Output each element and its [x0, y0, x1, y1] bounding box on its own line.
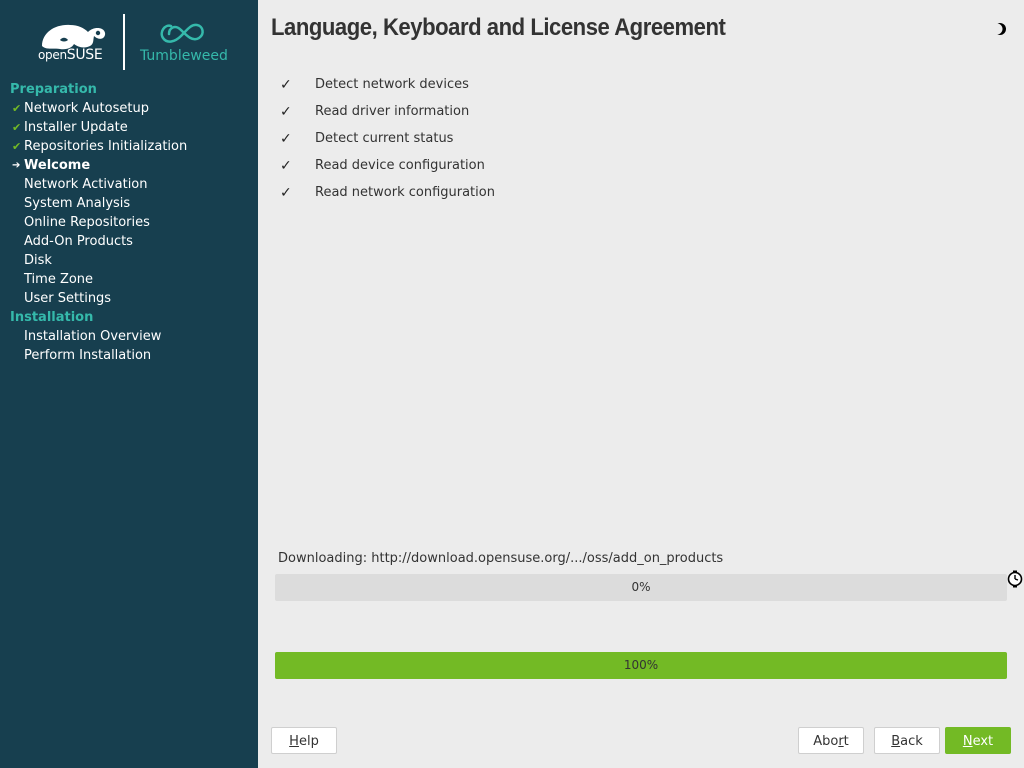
opensuse-prefix: open — [38, 48, 67, 62]
back-button-rest: ack — [900, 734, 923, 749]
task-item-read-device-configuration: ✓ Read device configuration — [280, 155, 680, 182]
sidebar-step-network-activation: Network Activation — [0, 175, 258, 194]
sidebar: openSUSE Tumbleweed Preparation ✔ Network … — [0, 0, 258, 768]
check-icon: ✓ — [280, 158, 292, 174]
back-button-accel: B — [891, 734, 901, 749]
next-button-rest: ext — [972, 734, 994, 749]
theme-toggle-icon[interactable] — [992, 21, 1008, 37]
sidebar-step-label: Perform Installation — [24, 348, 152, 363]
installer-window: openSUSE Tumbleweed Preparation ✔ Network … — [0, 0, 1024, 768]
task-item-read-driver-information: ✓ Read driver information — [280, 101, 680, 128]
installation-steps: Preparation ✔ Network Autosetup ✔ Installer … — [0, 80, 258, 365]
sidebar-step-time-zone: Time Zone — [0, 270, 258, 289]
back-button[interactable]: Back — [874, 727, 940, 754]
next-button[interactable]: Next — [945, 727, 1011, 754]
logo-area: openSUSE Tumbleweed — [0, 0, 258, 82]
task-list: ✓ Detect network devices ✓ Read driver info… — [280, 74, 680, 209]
check-icon: ✓ — [280, 104, 292, 120]
sidebar-step-perform-installation: Perform Installation — [0, 346, 258, 365]
download-progress-bar: 0% — [275, 574, 1007, 601]
logo-divider — [123, 14, 125, 70]
sidebar-step-add-on-products: Add-On Products — [0, 232, 258, 251]
page-title: Language, Keyboard and License Agreement — [271, 14, 726, 41]
sidebar-step-user-settings: User Settings — [0, 289, 258, 308]
sidebar-step-installer-update: ✔ Installer Update — [0, 118, 258, 137]
task-item-detect-network-devices: ✓ Detect network devices — [280, 74, 680, 101]
total-progress-text: 100% — [623, 658, 659, 672]
total-progress-bar: 100% — [275, 652, 1007, 679]
task-label: Read device configuration — [315, 158, 485, 173]
sidebar-step-network-autosetup: ✔ Network Autosetup — [0, 99, 258, 118]
task-label: Detect current status — [315, 131, 454, 146]
sidebar-step-label: Time Zone — [24, 272, 94, 287]
sidebar-step-label: Online Repositories — [24, 215, 150, 230]
check-icon: ✓ — [280, 185, 292, 201]
sidebar-step-disk: Disk — [0, 251, 258, 270]
task-label: Detect network devices — [315, 77, 469, 92]
download-progress-text: 0% — [631, 580, 651, 594]
main-panel: Language, Keyboard and License Agreement… — [258, 0, 1024, 768]
check-icon: ✓ — [280, 77, 292, 93]
sidebar-step-label: Network Activation — [24, 177, 148, 192]
task-label: Read network configuration — [315, 185, 495, 200]
sidebar-step-label: Disk — [24, 253, 52, 268]
download-status-label: Downloading: http://download.opensuse.or… — [278, 551, 724, 566]
next-button-accel: N — [962, 734, 973, 749]
step-section-preparation: Preparation — [10, 82, 97, 97]
sidebar-step-label: Add-On Products — [24, 234, 133, 249]
task-item-detect-current-status: ✓ Detect current status — [280, 128, 680, 155]
abort-button-pre: Abo — [813, 734, 839, 749]
sidebar-step-label: Repositories Initialization — [24, 139, 188, 154]
checkmark-icon: ✔ — [12, 121, 22, 134]
tumbleweed-wordmark: Tumbleweed — [140, 48, 228, 64]
sidebar-step-online-repositories: Online Repositories — [0, 213, 258, 232]
task-label: Read driver information — [315, 104, 470, 119]
tumbleweed-infinity-logo — [160, 23, 204, 43]
help-button-rest: elp — [298, 734, 319, 749]
current-step-arrow-icon: ➔ — [12, 160, 21, 171]
opensuse-name: SUSE — [66, 47, 103, 63]
sidebar-step-label: Installation Overview — [24, 329, 162, 344]
sidebar-step-label: Network Autosetup — [24, 101, 149, 116]
checkmark-icon: ✔ — [12, 102, 22, 115]
busy-cursor-icon — [1007, 570, 1023, 588]
check-icon: ✓ — [280, 131, 292, 147]
checkmark-icon: ✔ — [12, 140, 22, 153]
opensuse-wordmark: openSUSE — [38, 47, 103, 63]
step-section-installation: Installation — [10, 310, 94, 325]
sidebar-step-label: User Settings — [24, 291, 112, 306]
sidebar-step-label: Welcome — [24, 158, 91, 173]
sidebar-step-label: System Analysis — [24, 196, 131, 211]
help-button-accel: H — [289, 734, 299, 749]
task-item-read-network-configuration: ✓ Read network configuration — [280, 182, 680, 209]
sidebar-step-welcome: ➔ Welcome — [0, 156, 258, 175]
abort-button[interactable]: Abort — [798, 727, 864, 754]
help-button[interactable]: Help — [271, 727, 337, 754]
abort-button-rest: t — [843, 734, 849, 749]
sidebar-step-installation-overview: Installation Overview — [0, 327, 258, 346]
sidebar-step-system-analysis: System Analysis — [0, 194, 258, 213]
sidebar-step-repositories-initialization: ✔ Repositories Initialization — [0, 137, 258, 156]
sidebar-step-label: Installer Update — [24, 120, 128, 135]
